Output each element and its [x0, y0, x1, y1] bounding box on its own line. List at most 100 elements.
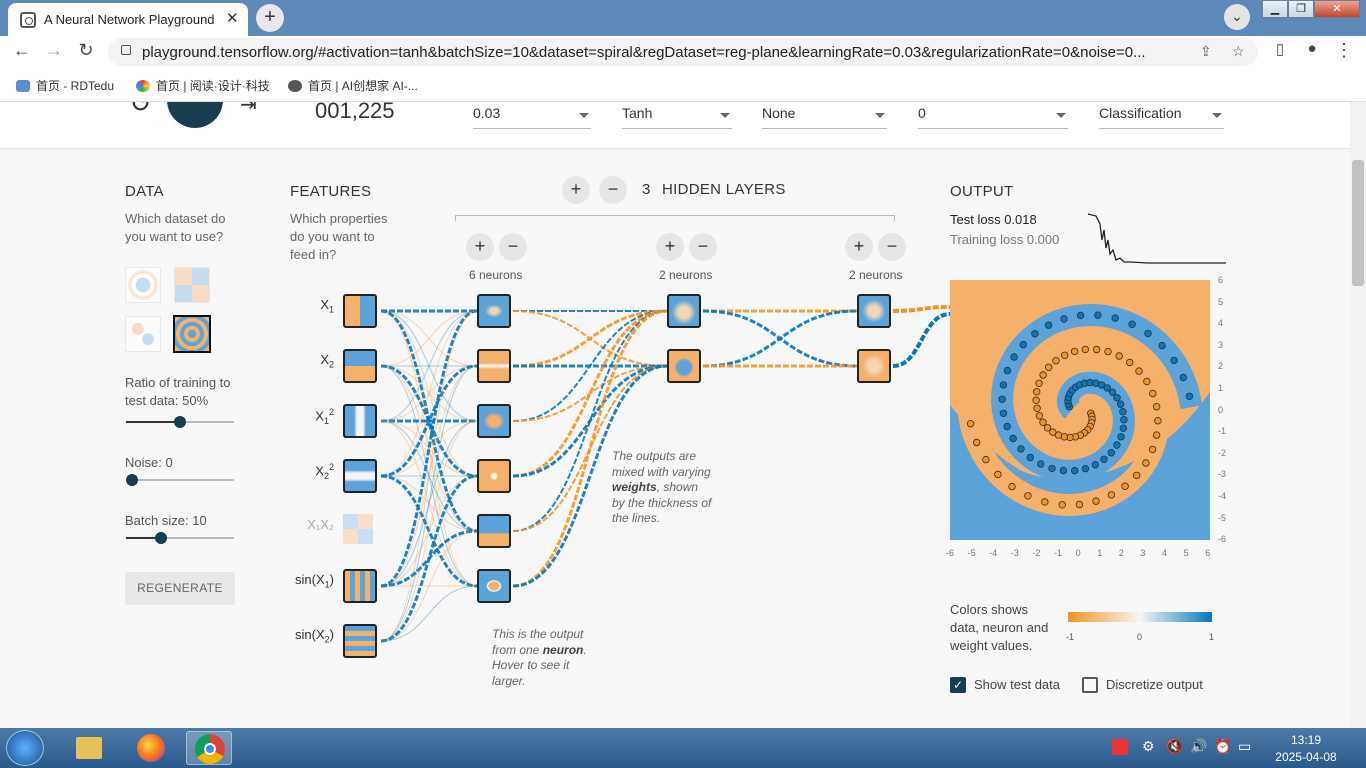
data-point	[1158, 341, 1166, 350]
data-point	[1044, 363, 1053, 371]
data-point	[1107, 448, 1115, 457]
neuron-l2-2[interactable]	[667, 349, 701, 383]
sidebar-icon[interactable]: ▯	[1268, 40, 1292, 58]
neuron-l1-4[interactable]	[477, 459, 511, 493]
feature-label: X2	[320, 352, 334, 370]
legend-gradient	[1068, 612, 1212, 622]
x-tick-label: 4	[1162, 548, 1168, 558]
data-point	[1075, 500, 1084, 509]
neuron-l1-1[interactable]	[477, 294, 511, 328]
tray-app-icon[interactable]	[1112, 739, 1128, 755]
y-tick-label: 5	[1218, 296, 1224, 307]
clock-time[interactable]: 13:19	[1276, 733, 1336, 747]
weight-link[interactable]	[892, 305, 951, 313]
back-icon[interactable]: ←	[10, 40, 34, 61]
remove-layer-button[interactable]: −	[599, 176, 627, 204]
data-point	[1039, 371, 1047, 379]
hidden-layers-count: 3	[642, 181, 651, 198]
scrollbar-thumb[interactable]	[1352, 160, 1364, 286]
neuron-l1-5[interactable]	[477, 514, 511, 548]
firefox-icon[interactable]	[128, 731, 174, 765]
weight-link[interactable]	[892, 312, 951, 368]
x-tick-label: 5	[1183, 548, 1189, 558]
y-tick-label: -3	[1218, 469, 1227, 480]
feature-node-sin-x2[interactable]	[343, 624, 377, 658]
tray-volume-mute-icon[interactable]: 🔇	[1166, 738, 1183, 755]
neuron-l2-1[interactable]	[667, 294, 701, 328]
neuron-l1-2[interactable]	[477, 349, 511, 383]
profile-icon[interactable]: ●	[1300, 40, 1324, 57]
data-point	[1024, 492, 1032, 500]
feature-node-x1-squared[interactable]	[343, 404, 377, 438]
maximize-icon[interactable]: ❐	[1288, 0, 1314, 18]
tray-volume-icon[interactable]: 🔊	[1190, 738, 1207, 755]
feature-node-x2[interactable]	[343, 349, 377, 383]
data-point	[1035, 412, 1044, 420]
bookmark-star-icon[interactable]: ☆	[1232, 43, 1245, 60]
add-neuron-button-layer2[interactable]: +	[656, 233, 684, 261]
data-point	[1017, 445, 1025, 453]
data-point	[1058, 501, 1066, 509]
remove-neuron-button-layer2[interactable]: −	[689, 233, 717, 261]
add-layer-button[interactable]: +	[562, 176, 590, 204]
neuron-l1-3[interactable]	[477, 404, 511, 438]
file-explorer-icon[interactable]	[66, 731, 112, 765]
feature-node-sin-x1[interactable]	[343, 569, 377, 603]
x-tick-label: 6	[1205, 548, 1211, 558]
data-point	[1113, 441, 1121, 449]
url-field[interactable]: playground.tensorflow.org/#activation=ta…	[108, 38, 1258, 66]
remove-neuron-button-layer1[interactable]: −	[499, 233, 527, 261]
data-point	[1032, 396, 1040, 404]
bookmark-item[interactable]: 首页 - RDTedu	[16, 77, 114, 94]
tab-search-icon[interactable]: ⌄	[1224, 4, 1250, 30]
clock-date[interactable]: 2025-04-08	[1270, 750, 1342, 764]
x-tick-label: 3	[1140, 548, 1146, 558]
hidden-layers-bracket	[455, 215, 895, 221]
data-point	[1091, 460, 1099, 469]
new-tab-button[interactable]: +	[256, 4, 284, 32]
weight-link[interactable]	[702, 309, 858, 368]
data-point	[1132, 471, 1141, 480]
x-tick-label: -3	[1010, 548, 1019, 558]
bookmark-item[interactable]: 首页 | AI创想家 AI-...	[288, 77, 418, 94]
tab-close-icon[interactable]: ✕	[226, 9, 239, 27]
tab-favicon-icon	[20, 12, 36, 28]
neuron-l3-1[interactable]	[857, 294, 891, 328]
neuron-l3-2[interactable]	[857, 349, 891, 383]
bookmark-item[interactable]: 首页 | 阅读·设计·科技	[136, 77, 270, 94]
share-icon[interactable]: ⇪	[1200, 43, 1212, 60]
neuron-annotation: This is the output from one neuron. Hove…	[492, 627, 587, 688]
feature-node-x1[interactable]	[343, 294, 377, 328]
add-neuron-button-layer1[interactable]: +	[466, 233, 494, 261]
data-point	[1149, 389, 1157, 398]
data-point	[1135, 367, 1143, 375]
feature-node-x2-squared[interactable]	[343, 459, 377, 493]
start-button-icon[interactable]	[6, 730, 44, 766]
legend-text: Colors shows data, neuron and weight val…	[950, 602, 1049, 653]
bookmark-favicon-icon	[16, 80, 30, 92]
address-bar-row: ← → ↻ playground.tensorflow.org/#activat…	[0, 36, 1366, 68]
y-tick-label: 3	[1218, 339, 1224, 350]
menu-icon[interactable]: ⋮	[1332, 40, 1356, 61]
page-scrollbar[interactable]	[1350, 102, 1366, 728]
neuron-l1-6[interactable]	[477, 569, 511, 603]
feature-node-x1x2-inactive[interactable]	[343, 514, 373, 544]
close-window-icon[interactable]: ✕	[1314, 0, 1360, 18]
data-point	[1092, 497, 1100, 505]
tray-display-icon[interactable]: ▭	[1238, 738, 1251, 755]
data-point	[1003, 422, 1011, 431]
minimize-icon[interactable]: ▁	[1262, 0, 1288, 18]
tray-network-icon[interactable]: ⚙	[1142, 738, 1155, 755]
tray-alarm-icon[interactable]: ⏰	[1214, 738, 1231, 755]
add-neuron-button-layer3[interactable]: +	[845, 233, 873, 261]
playground-page: ↺ ⇥ 001,225 0.03 Tanh None 0 Classificat…	[0, 102, 1350, 728]
weight-link[interactable]	[380, 365, 478, 642]
data-point	[1185, 392, 1194, 400]
chrome-icon[interactable]	[186, 731, 232, 765]
show-test-checkbox[interactable]: ✓	[950, 677, 966, 693]
discretize-checkbox[interactable]	[1082, 677, 1098, 693]
remove-neuron-button-layer3[interactable]: −	[878, 233, 906, 261]
reload-icon[interactable]: ↻	[74, 40, 98, 61]
forward-icon[interactable]: →	[42, 40, 66, 61]
browser-tab[interactable]: A Neural Network Playground ✕	[8, 3, 248, 36]
